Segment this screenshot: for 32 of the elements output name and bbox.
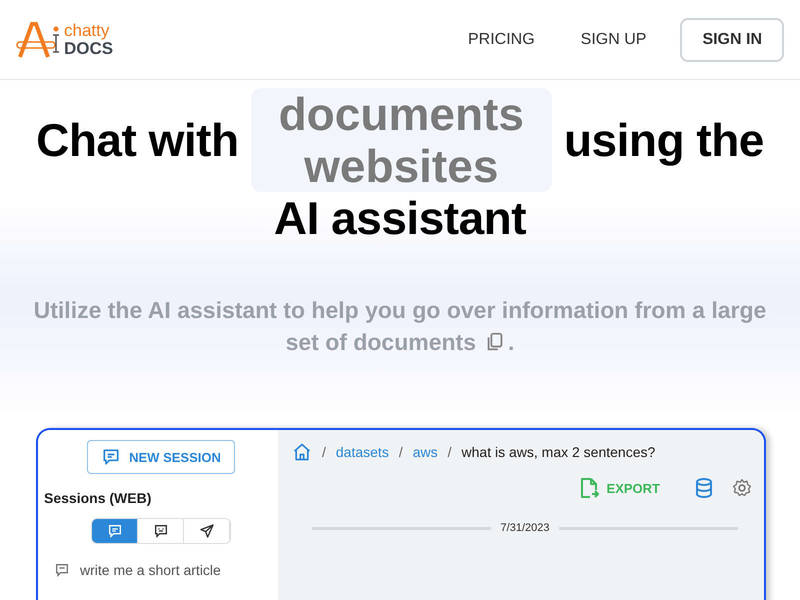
chat-icon <box>54 562 70 578</box>
breadcrumb-separator: / <box>322 444 326 460</box>
subtitle-text: Utilize the AI assistant to help you go over information from a large <box>34 296 766 325</box>
logo-icon <box>16 22 62 58</box>
subtitle-period: . <box>508 328 514 357</box>
logo-wordmark-top: chatty <box>64 22 110 40</box>
rotating-word: documents <box>278 88 524 140</box>
headline-text: AI assistant <box>272 192 528 244</box>
new-session-button[interactable]: NEW SESSION <box>87 440 235 474</box>
chat-icon <box>106 523 122 539</box>
subtitle-text: set of documents <box>286 328 476 357</box>
nav-link[interactable]: SIGN UP <box>568 22 658 56</box>
breadcrumb-current: what is aws, max 2 sentences? <box>462 444 656 460</box>
chat-tab[interactable] <box>92 519 138 543</box>
sign-in-button[interactable]: SIGN IN <box>680 18 784 62</box>
rotating-word: websites <box>304 140 498 192</box>
session-item[interactable]: write me a short article <box>80 562 221 578</box>
date-divider-label: 7/31/2023 <box>500 522 550 534</box>
file-export-icon <box>578 477 599 499</box>
headline-text: using the <box>564 113 764 167</box>
breadcrumb-separator: / <box>448 444 452 460</box>
database-icon[interactable] <box>694 477 714 499</box>
settings-icon[interactable] <box>732 478 752 498</box>
robot-chat-icon <box>152 523 168 539</box>
chat-icon <box>101 447 122 467</box>
breadcrumb-separator: / <box>398 444 403 460</box>
logo-wordmark-bottom: DOCS <box>64 40 114 58</box>
headline-text: Chat with <box>36 113 239 167</box>
paper-plane-icon <box>198 523 214 539</box>
nav-link[interactable]: PRICING <box>456 22 547 56</box>
sessions-heading: Sessions (WEB) <box>44 490 152 506</box>
home-icon[interactable] <box>292 442 312 462</box>
